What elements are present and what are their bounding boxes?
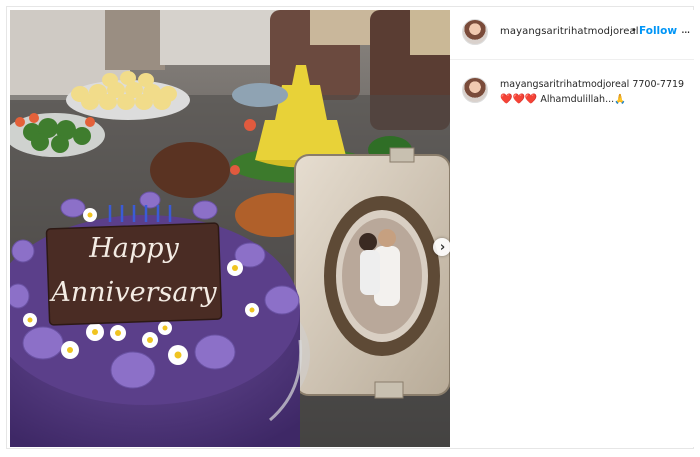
caption-username[interactable]: mayangsaritrihatmodjoreal	[500, 79, 629, 90]
header-username[interactable]: mayangsaritrihatmodjoreal	[500, 26, 638, 37]
caption-text: 7700-7719	[632, 79, 685, 90]
chevron-right-icon: ›	[439, 239, 446, 255]
next-photo-button[interactable]: ›	[433, 238, 450, 256]
post-header: mayangsaritrihatmodjoreal • Follow ...	[450, 10, 694, 60]
heart-emojis: ❤️❤️❤️	[500, 94, 538, 105]
picture-frame	[294, 147, 450, 399]
cake-topper-line1: Happy	[88, 233, 179, 264]
post-side-panel: mayangsaritrihatmodjoreal • Follow ... m…	[450, 10, 694, 447]
follow-button[interactable]: Follow	[639, 25, 677, 37]
post-photo[interactable]: Happy Anniversary ›	[10, 10, 450, 447]
caption-message: Alhamdulillah...🙏	[540, 94, 626, 105]
anniversary-cake-photo: Happy Anniversary	[10, 10, 450, 447]
cake-topper-line2: Anniversary	[48, 277, 217, 308]
avatar[interactable]	[462, 19, 488, 45]
caption: mayangsaritrihatmodjoreal 7700-7719 ❤️❤️…	[500, 77, 690, 107]
more-options-icon[interactable]: ...	[681, 22, 691, 36]
separator-dot: •	[631, 25, 637, 36]
avatar[interactable]	[462, 77, 488, 103]
